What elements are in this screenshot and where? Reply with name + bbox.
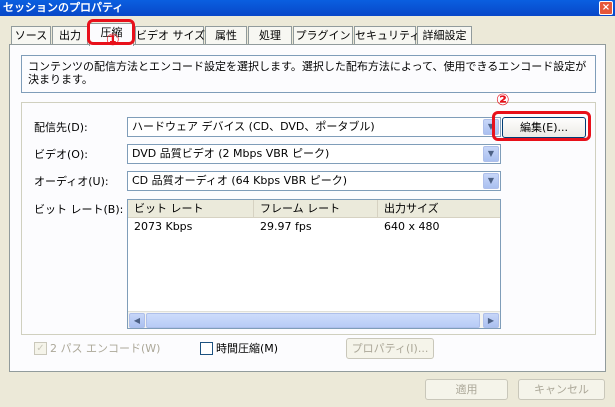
column-header-framerate[interactable]: フレーム レート [254, 200, 378, 218]
close-icon[interactable]: × [599, 1, 613, 15]
description-box: コンテンツの配信方法とエンコード設定を選択します。選択した配布方法によって、使用… [21, 55, 596, 93]
distribution-select[interactable]: ハードウェア デバイス (CD、DVD、ポータブル) ▼ [127, 117, 501, 137]
video-value: DVD 品質ビデオ (2 Mbps VBR ピーク) [132, 147, 330, 160]
audio-select[interactable]: CD 品質オーディオ (64 Kbps VBR ピーク) ▼ [127, 171, 501, 191]
chevron-down-icon[interactable]: ▼ [483, 173, 499, 189]
distribution-label: 配信先(D): [34, 121, 88, 134]
window-title: セッションのプロパティ [3, 1, 124, 14]
column-header-bitrate[interactable]: ビット レート [128, 200, 254, 218]
tab-video-size[interactable]: ビデオ サイズ [135, 26, 205, 45]
bitrate-label: ビット レート(B): [34, 203, 124, 216]
time-compression-label: 時間圧縮(M) [216, 342, 279, 355]
distribution-value: ハードウェア デバイス (CD、DVD、ポータブル) [132, 120, 375, 133]
time-compression-checkbox[interactable] [200, 342, 213, 355]
tab-output[interactable]: 出力 [52, 26, 88, 45]
scroll-thumb[interactable] [146, 313, 480, 328]
annotation-number-1: ① [106, 30, 120, 49]
bitrate-list-header: ビット レート フレーム レート 出力サイズ [128, 200, 500, 218]
bitrate-list[interactable]: ビット レート フレーム レート 出力サイズ 2073 Kbps 29.97 f… [127, 199, 501, 329]
two-pass-label: 2 パス エンコード(W) [50, 342, 161, 355]
tab-security[interactable]: セキュリティ [354, 26, 420, 45]
scroll-right-icon[interactable]: ▶ [483, 313, 499, 328]
window-titlebar: セッションのプロパティ × [0, 0, 615, 16]
tab-plugins[interactable]: プラグイン [293, 26, 353, 45]
horizontal-scrollbar[interactable]: ◀ ▶ [128, 311, 500, 328]
apply-button[interactable]: 適用 [425, 379, 508, 400]
video-label: ビデオ(O): [34, 148, 88, 161]
table-cell-bitrate[interactable]: 2073 Kbps [128, 220, 254, 234]
video-select[interactable]: DVD 品質ビデオ (2 Mbps VBR ピーク) ▼ [127, 144, 501, 164]
properties-button[interactable]: プロパティ(I)... [346, 338, 434, 359]
tab-processing[interactable]: 処理 [248, 26, 292, 45]
compression-panel: コンテンツの配信方法とエンコード設定を選択します。選択した配布方法によって、使用… [9, 44, 606, 372]
table-cell-framerate[interactable]: 29.97 fps [254, 220, 378, 234]
scroll-left-icon[interactable]: ◀ [129, 313, 145, 328]
annotation-box-2 [492, 111, 591, 141]
cancel-button[interactable]: キャンセル [518, 379, 605, 400]
chevron-down-icon[interactable]: ▼ [483, 146, 499, 162]
tab-source[interactable]: ソース [11, 26, 51, 45]
two-pass-checkbox[interactable]: ✓ [34, 342, 47, 355]
table-cell-output-size[interactable]: 640 x 480 [378, 220, 500, 234]
audio-label: オーディオ(U): [34, 175, 109, 188]
tab-advanced[interactable]: 詳細設定 [417, 26, 472, 45]
annotation-number-2: ② [496, 90, 510, 109]
audio-value: CD 品質オーディオ (64 Kbps VBR ピーク) [132, 174, 348, 187]
tab-attributes[interactable]: 属性 [205, 26, 247, 45]
column-header-output-size[interactable]: 出力サイズ [378, 200, 500, 218]
